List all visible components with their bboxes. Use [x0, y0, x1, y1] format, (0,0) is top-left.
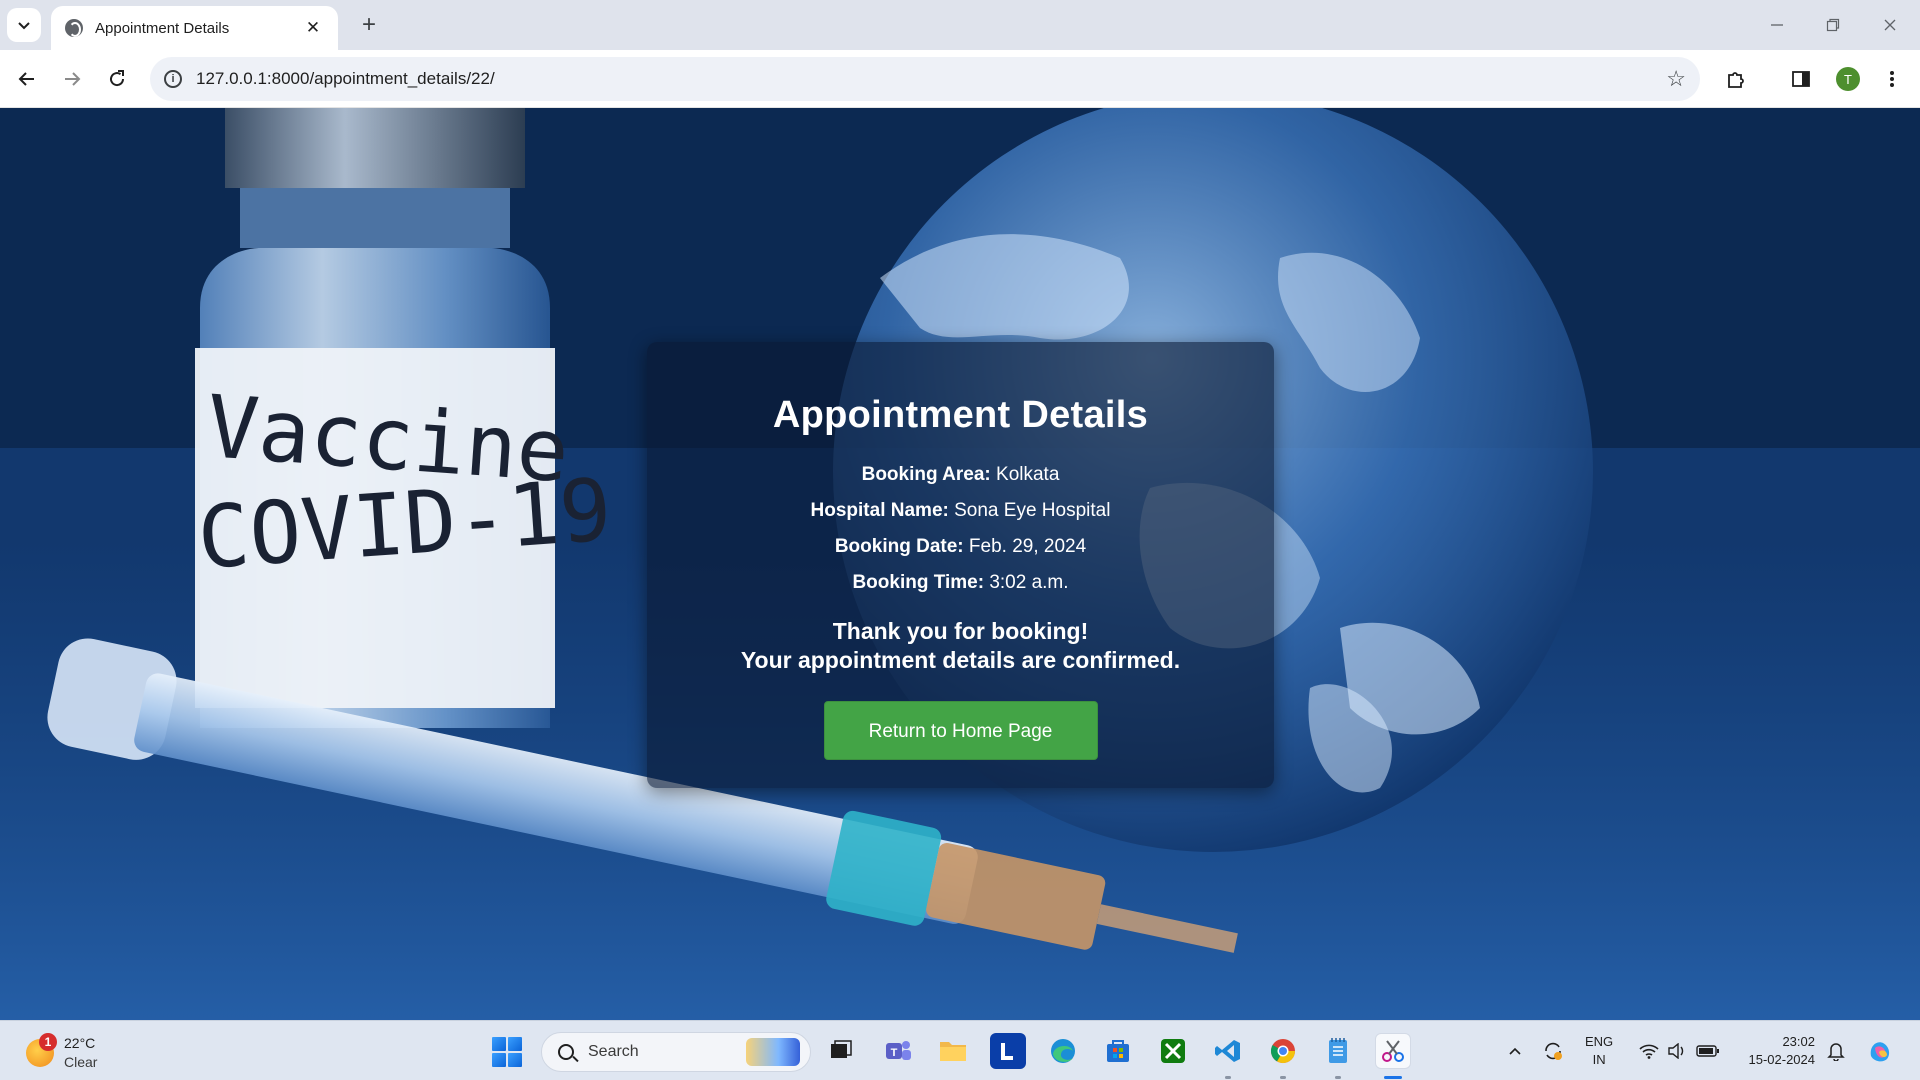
restore-window-button[interactable] [1813, 10, 1853, 40]
vscode-icon[interactable] [1210, 1033, 1246, 1069]
globe-icon [65, 19, 83, 37]
profile-avatar[interactable]: T [1836, 67, 1860, 91]
weather-widget[interactable]: 1 22°C Clear [24, 1029, 114, 1073]
hospital-name-row: Hospital Name: Sona Eye Hospital [647, 493, 1274, 529]
side-panel-icon [1792, 71, 1810, 87]
booking-date-row: Booking Date: Feb. 29, 2024 [647, 529, 1274, 565]
xbox-icon[interactable] [1155, 1033, 1191, 1069]
booking-date-value: Feb. 29, 2024 [968, 536, 1087, 557]
search-highlight-icon [746, 1038, 800, 1066]
show-hidden-icons-button[interactable] [1500, 1021, 1530, 1080]
page-viewport: Vaccine COVID-19 Appointment Details Boo… [0, 108, 1920, 1020]
microsoft-store-icon[interactable] [1100, 1033, 1136, 1069]
battery-button[interactable] [1693, 1021, 1723, 1080]
windows-start-icon[interactable] [492, 1037, 522, 1067]
bookmark-star-icon[interactable]: ☆ [1666, 66, 1686, 92]
url-text[interactable]: 127.0.0.1:8000/appointment_details/22/ [196, 69, 1666, 89]
site-info-icon[interactable]: i [164, 70, 182, 88]
booking-time-row: Booking Time: 3:02 a.m. [647, 565, 1274, 601]
volume-button[interactable] [1664, 1021, 1690, 1080]
booking-area-label: Booking Area: [861, 464, 991, 485]
reload-icon [110, 70, 125, 87]
snipping-tool-icon[interactable] [1375, 1033, 1411, 1069]
file-explorer-icon[interactable] [935, 1033, 971, 1069]
notepad-running-indicator [1335, 1076, 1341, 1079]
address-bar[interactable]: i 127.0.0.1:8000/appointment_details/22/… [150, 57, 1700, 101]
language-indicator[interactable]: ENG IN [1585, 1033, 1613, 1069]
system-clock[interactable]: 23:02 15-02-2024 [1735, 1033, 1816, 1069]
svg-text:T: T [891, 1047, 898, 1059]
confirmation-message: Thank you for booking! Your appointment … [647, 617, 1274, 675]
confirmed-line: Your appointment details are confirmed. [740, 647, 1181, 673]
chrome-icon[interactable] [1265, 1033, 1301, 1069]
language-code: ENG [1585, 1034, 1614, 1049]
notification-badge: 1 [39, 1033, 57, 1051]
chrome-running-indicator [1280, 1076, 1286, 1079]
copilot-button[interactable] [1862, 1021, 1898, 1080]
booking-time-value: 3:02 a.m. [989, 572, 1069, 593]
search-label: Search [588, 1043, 639, 1060]
vscode-running-indicator [1225, 1076, 1231, 1079]
windows-taskbar: 1 22°C Clear Search T ENG IN 23:02 15-02… [0, 1020, 1920, 1080]
forward-button[interactable] [55, 62, 89, 96]
new-tab-button[interactable]: + [354, 10, 384, 40]
browser-menu-button[interactable] [1875, 62, 1909, 96]
snipping-tool-active-indicator [1384, 1076, 1402, 1079]
wifi-icon [1639, 1044, 1659, 1059]
thanks-line: Thank you for booking! [832, 618, 1089, 644]
edge-icon[interactable] [1045, 1033, 1081, 1069]
tab-search-button[interactable] [7, 8, 41, 42]
close-icon [1884, 19, 1896, 31]
booking-time-label: Booking Time: [852, 572, 985, 593]
copilot-icon [1870, 1042, 1890, 1062]
puzzle-icon [1728, 72, 1744, 88]
hospital-name-label: Hospital Name: [810, 500, 949, 521]
notifications-button[interactable] [1822, 1021, 1850, 1080]
tab-appointment-details[interactable]: Appointment Details ✕ [51, 6, 338, 50]
extensions-button[interactable] [1719, 62, 1753, 96]
reload-button[interactable] [100, 62, 134, 96]
chevron-up-icon [1509, 1047, 1521, 1055]
browser-toolbar: i 127.0.0.1:8000/appointment_details/22/… [0, 50, 1920, 108]
booking-date-label: Booking Date: [834, 536, 964, 557]
arrow-left-icon [18, 72, 34, 86]
booking-area-row: Booking Area: Kolkata [647, 457, 1274, 493]
close-window-button[interactable] [1870, 10, 1910, 40]
booking-area-value: Kolkata [996, 464, 1060, 485]
teams-icon[interactable]: T [880, 1033, 916, 1069]
battery-icon [1696, 1045, 1719, 1057]
clock-time: 23:02 [1782, 1034, 1815, 1049]
hospital-name-value: Sona Eye Hospital [954, 500, 1111, 521]
l-app-icon[interactable] [990, 1033, 1026, 1069]
back-button[interactable] [10, 62, 44, 96]
clock-date: 15-02-2024 [1748, 1052, 1816, 1067]
minimize-icon [1771, 24, 1783, 26]
page-title: Appointment Details [772, 394, 1149, 436]
minimize-window-button[interactable] [1757, 10, 1797, 40]
bell-icon [1827, 1043, 1845, 1061]
speaker-icon [1668, 1043, 1684, 1059]
tab-title: Appointment Details [95, 19, 230, 37]
arrow-right-icon [65, 72, 81, 86]
close-tab-icon[interactable]: ✕ [302, 18, 324, 38]
appointment-info: Booking Area: Kolkata Hospital Name: Son… [647, 457, 1274, 601]
sync-icon [1545, 1042, 1562, 1060]
search-icon [558, 1044, 574, 1060]
region-code: IN [1592, 1052, 1606, 1067]
task-view-icon[interactable] [823, 1033, 859, 1069]
sync-status-button[interactable] [1538, 1021, 1568, 1080]
side-panel-button[interactable] [1784, 62, 1818, 96]
notepad-icon[interactable] [1320, 1033, 1356, 1069]
appointment-details-card: Appointment Details Booking Area: Kolkat… [647, 342, 1274, 788]
more-vertical-icon [1890, 71, 1894, 87]
chevron-down-icon [18, 22, 30, 30]
taskbar-search[interactable]: Search [541, 1032, 811, 1072]
restore-icon [1826, 18, 1840, 32]
browser-tab-strip: Appointment Details ✕ + [0, 0, 1920, 50]
wifi-button[interactable] [1636, 1021, 1662, 1080]
temperature: 22°C [64, 1035, 96, 1051]
weather-condition: Clear [64, 1054, 98, 1070]
return-home-button[interactable]: Return to Home Page [823, 701, 1098, 760]
